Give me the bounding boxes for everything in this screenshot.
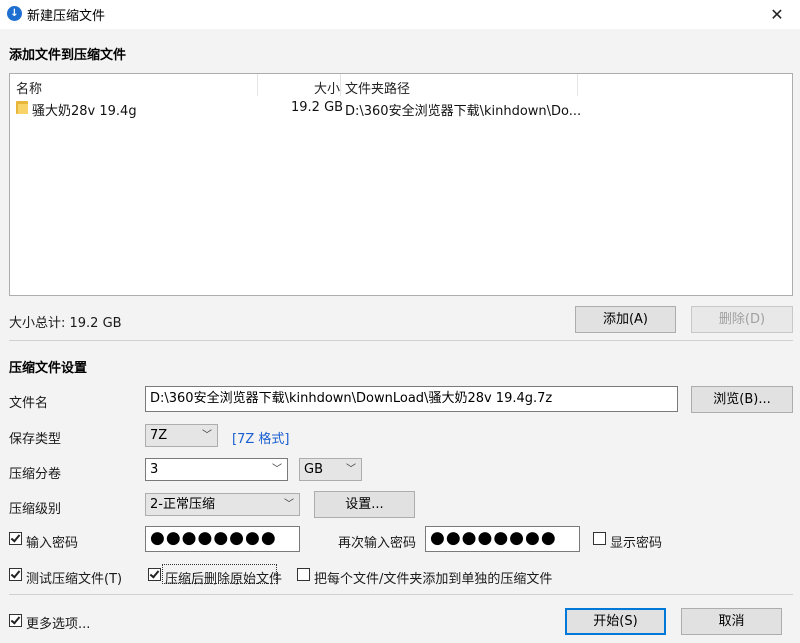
- separate-archives-checkbox[interactable]: [297, 568, 310, 581]
- window-title: 新建压缩文件: [27, 9, 106, 24]
- filename-label: 文件名: [9, 396, 49, 411]
- column-separator[interactable]: [257, 74, 258, 96]
- checkmark-icon: [10, 568, 21, 579]
- split-unit-select[interactable]: GB ﹀: [299, 458, 362, 481]
- file-name: 骚大奶28v 19.4g: [32, 104, 137, 119]
- settings-button[interactable]: 设置...: [314, 491, 415, 518]
- size-total: 大小总计: 19.2 GB: [9, 316, 122, 331]
- divider: [9, 594, 793, 595]
- file-list-header: 名称 大小 文件夹路径: [10, 74, 792, 97]
- test-archive-checkbox[interactable]: [9, 568, 22, 581]
- test-archive-label[interactable]: 测试压缩文件(T): [26, 568, 122, 587]
- save-type-label: 保存类型: [9, 432, 62, 447]
- cancel-button[interactable]: 取消: [681, 608, 782, 635]
- column-header-size[interactable]: 大小: [314, 78, 340, 97]
- save-type-select[interactable]: 7Z ﹀: [145, 424, 218, 447]
- file-row[interactable]: 骚大奶28v 19.4g 19.2 GB D:\360安全浏览器下载\kinhd…: [10, 98, 792, 119]
- filename-input[interactable]: D:\360安全浏览器下载\kinhdown\DownLoad\骚大奶28v 1…: [145, 386, 678, 412]
- add-section-title: 添加文件到压缩文件: [9, 48, 127, 63]
- delete-after-label[interactable]: 压缩后删除原始文件: [165, 568, 282, 587]
- settings-section-title: 压缩文件设置: [9, 361, 88, 376]
- folder-icon: [16, 101, 28, 114]
- app-logo-icon: ↓: [7, 6, 22, 21]
- close-button[interactable]: ✕: [754, 0, 800, 29]
- file-list[interactable]: 名称 大小 文件夹路径 骚大奶28v 19.4g 19.2 GB D:\360安…: [9, 73, 793, 296]
- chevron-down-icon: ﹀: [272, 464, 282, 475]
- compression-level-select[interactable]: 2-正常压缩 ﹀: [145, 493, 300, 516]
- delete-after-checkbox[interactable]: [148, 568, 161, 581]
- save-type-value: 7Z: [150, 428, 168, 443]
- repeat-password-label: 再次输入密码: [338, 536, 417, 551]
- column-header-path[interactable]: 文件夹路径: [345, 78, 410, 97]
- compression-level-value: 2-正常压缩: [150, 497, 215, 512]
- chevron-down-icon: ﹀: [202, 430, 212, 441]
- checkmark-icon: [149, 568, 160, 579]
- checkmark-icon: [10, 614, 21, 625]
- file-path: D:\360安全浏览器下载\kinhdown\Do...: [345, 104, 582, 119]
- repeat-password-input[interactable]: ●●●●●●●●: [425, 526, 580, 552]
- level-label: 压缩级别: [9, 502, 62, 517]
- password-input[interactable]: ●●●●●●●●: [145, 526, 300, 552]
- column-separator[interactable]: [577, 74, 578, 96]
- file-size: 19.2 GB: [291, 100, 344, 115]
- column-header-name[interactable]: 名称: [16, 78, 42, 97]
- more-options-label[interactable]: 更多选项...: [26, 613, 90, 632]
- split-volume-value: 3: [150, 462, 159, 477]
- chevron-down-icon: ﹀: [346, 464, 356, 475]
- start-button[interactable]: 开始(S): [565, 608, 666, 635]
- separate-archives-label[interactable]: 把每个文件/文件夹添加到单独的压缩文件: [314, 568, 552, 587]
- chevron-down-icon: ﹀: [284, 499, 294, 510]
- password-checkbox[interactable]: [9, 532, 22, 545]
- browse-button[interactable]: 浏览(B)...: [691, 386, 793, 413]
- split-unit-value: GB: [304, 462, 323, 477]
- dialog-body: 添加文件到压缩文件 名称 大小 文件夹路径 骚大奶28v 19.4g 19.2 …: [0, 29, 800, 643]
- checkmark-icon: [10, 532, 21, 543]
- show-password-label[interactable]: 显示密码: [610, 532, 662, 551]
- more-options-checkbox[interactable]: [9, 614, 22, 627]
- title-bar: ↓ 新建压缩文件 ✕: [0, 0, 800, 29]
- add-button[interactable]: 添加(A): [575, 306, 676, 333]
- format-link[interactable]: [7Z 格式]: [232, 428, 289, 447]
- divider: [9, 340, 793, 341]
- split-label: 压缩分卷: [9, 467, 62, 482]
- delete-button[interactable]: 删除(D): [691, 306, 793, 333]
- split-volume-combo[interactable]: 3 ﹀: [145, 458, 288, 481]
- show-password-checkbox[interactable]: [593, 532, 606, 545]
- password-checkbox-label[interactable]: 输入密码: [26, 532, 78, 551]
- column-separator[interactable]: [340, 74, 341, 96]
